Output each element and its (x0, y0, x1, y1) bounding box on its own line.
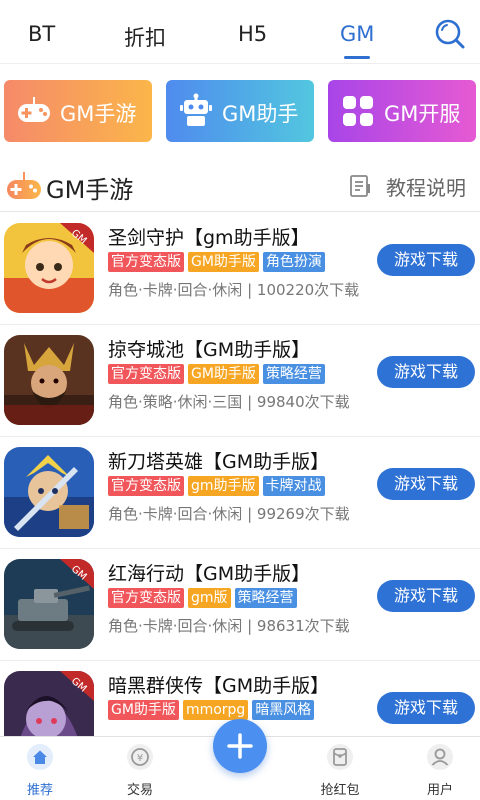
download-button[interactable]: 游戏下载 (377, 468, 475, 500)
tag-badge: GM助手版 (188, 364, 259, 384)
game-name: 红海行动【GM助手版】 (108, 563, 311, 585)
coin-icon: ¥ (127, 744, 153, 770)
category-label: GM助手 (222, 102, 299, 126)
category-gm-games[interactable]: GM手游 (4, 80, 152, 142)
tag-badge: gm版 (188, 588, 231, 608)
tag-badge: 官方变态版 (108, 588, 184, 608)
category-gm-assistant[interactable]: GM助手 (166, 80, 314, 142)
section-title: GM手游 (46, 176, 134, 204)
list-item[interactable]: GM 红海行动【GM助手版】 官方变态版 gm版 策略经营 角色·卡牌·回合·休闲 … (0, 549, 480, 661)
tag-badge: 官方变态版 (108, 476, 184, 496)
tag-badge: 暗黑风格 (252, 700, 315, 720)
game-meta: 角色·策略·休闲·三国 | 99840次下载 (108, 393, 350, 411)
game-name: 掠夺城池【GM助手版】 (108, 339, 311, 361)
add-button[interactable] (213, 719, 267, 773)
category-gm-server[interactable]: GM开服 (328, 80, 476, 142)
user-icon (427, 744, 453, 770)
nav-item-trade[interactable]: ¥ 交易 (110, 743, 170, 798)
category-label: GM手游 (60, 102, 137, 126)
tag-badge: GM助手版 (108, 700, 179, 720)
game-name: 圣剑守护【gm助手版】 (108, 227, 310, 249)
tag-badge: 卡牌对战 (262, 476, 325, 496)
download-button[interactable]: 游戏下载 (377, 692, 475, 724)
tag-list: 官方变态版 GM助手版 策略经营 (108, 363, 329, 385)
game-icon[interactable]: GM (4, 223, 94, 313)
gamepad-icon (18, 97, 50, 122)
game-name: 新刀塔英雄【GM助手版】 (108, 451, 330, 473)
search-icon (435, 19, 465, 49)
nav-item-red-packet[interactable]: 抢红包 (310, 743, 370, 798)
top-tab-bar: BT 折扣 H5 GM (0, 0, 480, 64)
tab-bt[interactable]: BT (28, 22, 55, 46)
tag-badge: 官方变态版 (108, 252, 184, 272)
game-icon[interactable] (4, 447, 94, 537)
tag-list: 官方变态版 gm助手版 卡牌对战 (108, 475, 329, 497)
list-item[interactable]: 掠夺城池【GM助手版】 官方变态版 GM助手版 策略经营 角色·策略·休闲·三国 |… (0, 325, 480, 437)
robot-icon (180, 93, 212, 126)
list-item[interactable]: 新刀塔英雄【GM助手版】 官方变态版 gm助手版 卡牌对战 角色·卡牌·回合·休闲 … (0, 437, 480, 549)
download-button[interactable]: 游戏下载 (377, 580, 475, 612)
gamepad-icon (7, 172, 41, 199)
download-button[interactable]: 游戏下载 (377, 356, 475, 388)
plus-icon (227, 733, 253, 759)
game-name: 暗黑群侠传【GM助手版】 (108, 675, 330, 697)
game-icon[interactable]: GM (4, 559, 94, 649)
tag-badge: mmorpg (182, 700, 249, 720)
tag-list: 官方变态版 gm版 策略经营 (108, 587, 301, 609)
nav-item-user[interactable]: 用户 (410, 743, 470, 798)
nav-item-recommend[interactable]: 推荐 (10, 743, 70, 798)
nav-label: 抢红包 (320, 783, 360, 798)
tag-list: 官方变态版 GM助手版 角色扮演 (108, 251, 329, 273)
tag-badge: 策略经营 (234, 588, 297, 608)
tag-list: GM助手版 mmorpg 暗黑风格 (108, 699, 318, 721)
tag-badge: 策略经营 (262, 364, 325, 384)
svg-text:¥: ¥ (137, 753, 143, 764)
game-icon[interactable] (4, 335, 94, 425)
tab-discount[interactable]: 折扣 (124, 22, 166, 52)
nav-label: 推荐 (26, 783, 53, 798)
section-header: GM手游 教程说明 (0, 160, 480, 212)
home-icon (27, 744, 53, 770)
download-button[interactable]: 游戏下载 (377, 244, 475, 276)
active-tab-indicator (344, 56, 370, 59)
category-label: GM开服 (384, 102, 461, 126)
tab-h5[interactable]: H5 (238, 22, 267, 46)
document-icon[interactable] (348, 174, 372, 198)
nav-label: 用户 (426, 783, 453, 798)
game-meta: 角色·卡牌·回合·休闲 | 99269次下载 (108, 505, 350, 523)
tab-gm[interactable]: GM (340, 22, 374, 46)
tag-badge: GM助手版 (188, 252, 259, 272)
tag-badge: gm助手版 (188, 476, 259, 496)
list-item[interactable]: GM 圣剑守护【gm助手版】 官方变态版 GM助手版 角色扮演 角色·卡牌·回合·休… (0, 213, 480, 325)
game-meta: 角色·卡牌·回合·休闲 | 100220次下载 (108, 281, 360, 299)
game-meta: 角色·卡牌·回合·休闲 | 98631次下载 (108, 617, 350, 635)
grid-icon (343, 96, 373, 126)
red-packet-icon (327, 744, 353, 770)
search-button[interactable] (432, 16, 468, 52)
tutorial-link[interactable]: 教程说明 (386, 172, 466, 201)
nav-label: 交易 (126, 783, 153, 798)
tag-badge: 官方变态版 (108, 364, 184, 384)
tag-badge: 角色扮演 (262, 252, 325, 272)
